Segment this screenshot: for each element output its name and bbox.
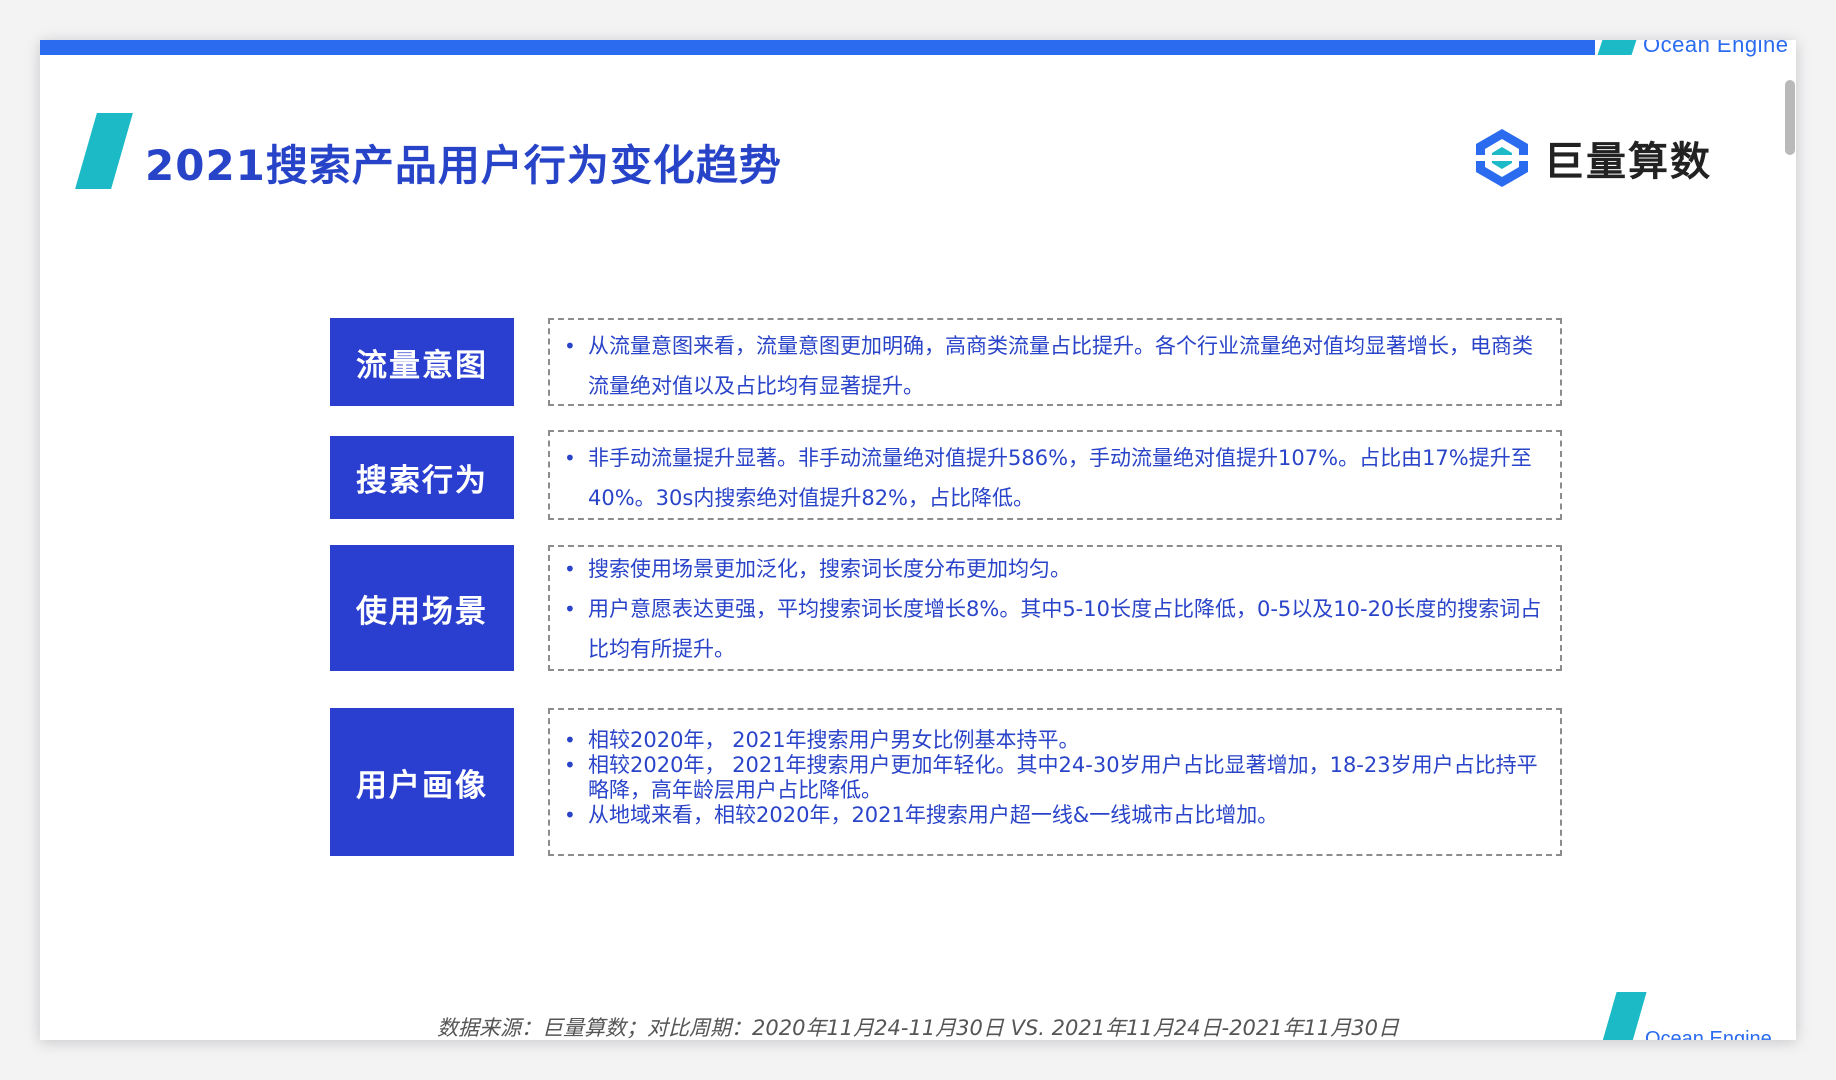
section-label: 使用场景 <box>330 545 514 671</box>
list-item: • 用户意愿表达更强，平均搜索词长度增长8%。其中5-10长度占比降低，0-5以… <box>564 589 1544 669</box>
bullet-icon: • <box>564 753 576 777</box>
top-accent-bar <box>40 40 1595 55</box>
logo-text: 巨量算数 <box>1544 139 1712 185</box>
bottom-brand-text: Ocean Engine <box>1645 1028 1772 1040</box>
section-traffic-intent: 流量意图 • 从流量意图来看，流量意图更加明确，高商类流量占比提升。各个行业流量… <box>330 318 1570 406</box>
title-accent <box>75 113 133 189</box>
page-frame: Ocean Engine 2021搜索产品用户行为变化趋势 巨量算数 流量意图 … <box>0 0 1836 1080</box>
section-label: 搜索行为 <box>330 436 514 519</box>
slide: Ocean Engine 2021搜索产品用户行为变化趋势 巨量算数 流量意图 … <box>40 40 1796 1040</box>
section-content-box: • 从流量意图来看，流量意图更加明确，高商类流量占比提升。各个行业流量绝对值均显… <box>548 318 1562 406</box>
bullet-icon: • <box>564 557 576 581</box>
list-item: • 相较2020年， 2021年搜索用户男女比例基本持平。 <box>564 728 1080 752</box>
logo-icon <box>1474 129 1530 187</box>
bullet-icon: • <box>564 597 576 621</box>
section-content-box: • 搜索使用场景更加泛化，搜索词长度分布更加均匀。 • 用户意愿表达更强，平均搜… <box>548 545 1562 671</box>
bullet-icon: • <box>564 803 576 827</box>
bullet-icon: • <box>564 334 576 358</box>
logo: 巨量算数 <box>1474 127 1712 189</box>
section-label: 用户画像 <box>330 708 514 856</box>
section-content-box: • 非手动流量提升显著。非手动流量绝对值提升586%，手动流量绝对值提升107%… <box>548 430 1562 520</box>
page-title: 2021搜索产品用户行为变化趋势 <box>145 141 782 190</box>
list-item: • 非手动流量提升显著。非手动流量绝对值提升586%，手动流量绝对值提升107%… <box>564 438 1544 518</box>
bullet-icon: • <box>564 446 576 470</box>
section-content-box: • 相较2020年， 2021年搜索用户男女比例基本持平。 • 相较2020年，… <box>548 708 1562 856</box>
section-search-behavior: 搜索行为 • 非手动流量提升显著。非手动流量绝对值提升586%，手动流量绝对值提… <box>330 430 1570 520</box>
list-item: • 相较2020年， 2021年搜索用户更加年轻化。其中24-30岁用户占比显著… <box>564 753 1538 802</box>
data-source-note: 数据来源：巨量算数；对比周期：2020年11月24-11月30日 VS. 202… <box>437 1016 1399 1040</box>
top-teal-accent <box>1597 40 1637 55</box>
section-label: 流量意图 <box>330 318 514 406</box>
list-item: • 从地域来看，相较2020年，2021年搜索用户超一线&一线城市占比增加。 <box>564 803 1279 827</box>
section-user-profile: 用户画像 • 相较2020年， 2021年搜索用户男女比例基本持平。 • 相较2… <box>330 708 1570 856</box>
section-usage-scenario: 使用场景 • 搜索使用场景更加泛化，搜索词长度分布更加均匀。 • 用户意愿表达更… <box>330 545 1570 671</box>
bullet-icon: • <box>564 728 576 752</box>
list-item: • 搜索使用场景更加泛化，搜索词长度分布更加均匀。 <box>564 549 1544 589</box>
top-brand-text: Ocean Engine <box>1643 40 1789 57</box>
scrollbar-thumb[interactable] <box>1785 80 1795 155</box>
list-item: • 从流量意图来看，流量意图更加明确，高商类流量占比提升。各个行业流量绝对值均显… <box>564 326 1544 406</box>
